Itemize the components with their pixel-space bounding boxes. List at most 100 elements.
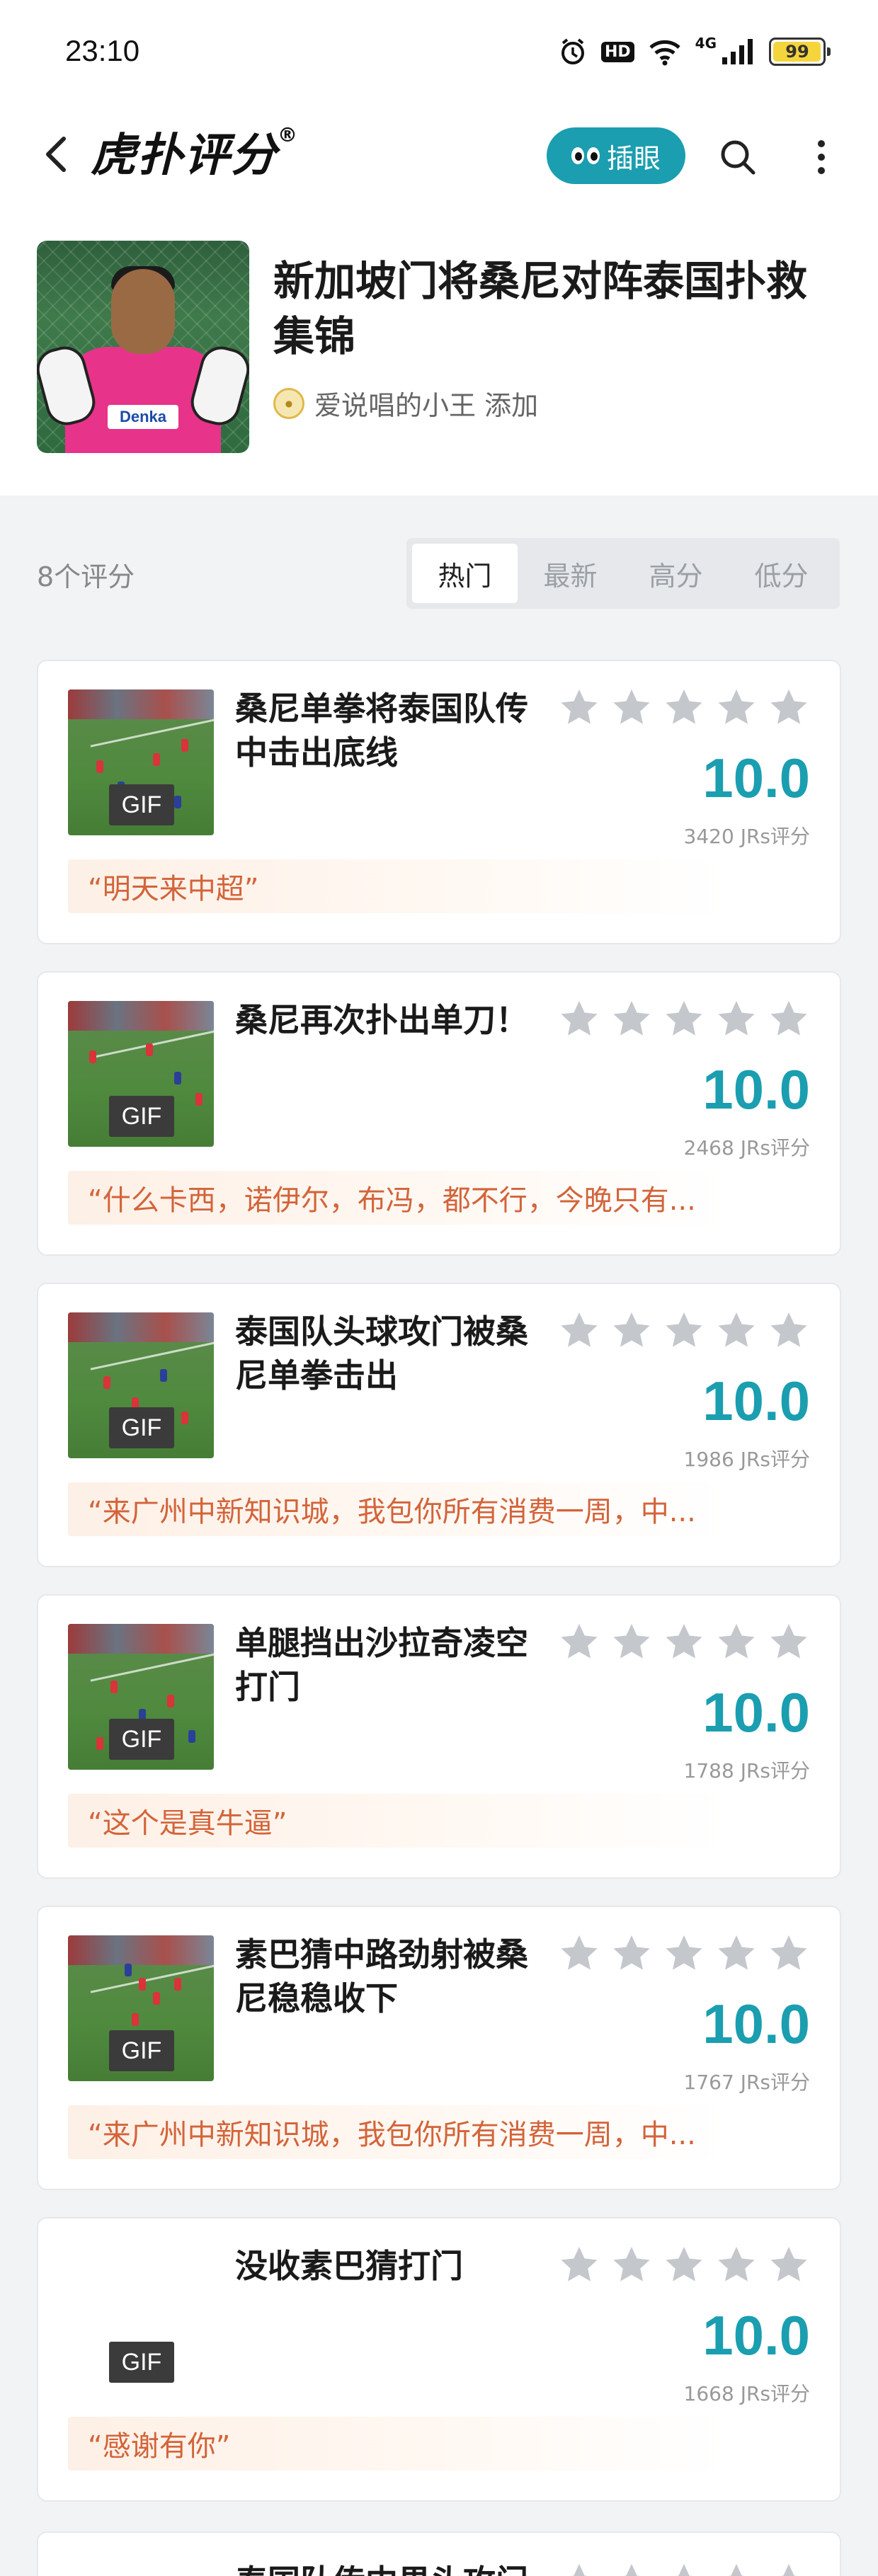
gif-badge: GIF (109, 784, 174, 825)
sponsor-logo: Denka (108, 405, 178, 429)
status-bar: 23:10 HD 4G 99 (0, 0, 878, 106)
star-icon[interactable] (610, 1310, 653, 1352)
star-icon[interactable] (610, 998, 653, 1041)
star-icon[interactable] (610, 1933, 653, 1975)
cover-image[interactable]: Denka (37, 241, 249, 453)
tab-hot[interactable]: 热门 (412, 544, 518, 603)
star-rating[interactable] (558, 1621, 810, 1664)
signal-icon (721, 38, 755, 66)
star-icon[interactable] (610, 687, 653, 729)
star-icon[interactable] (768, 2244, 810, 2286)
star-icon[interactable] (558, 687, 600, 729)
star-icon[interactable] (663, 687, 705, 729)
insert-eye-button[interactable]: 插眼 (547, 127, 685, 184)
item-title[interactable]: 没收素巴猜打门 (235, 2244, 554, 2288)
item-title[interactable]: 素巴猜中路劲射被桑尼稳稳收下 (235, 1933, 554, 2020)
top-comment[interactable]: “什么卡西，诺伊尔，布冯，都不行，今晚只有... (68, 1171, 726, 1225)
search-icon (721, 140, 756, 175)
star-rating[interactable] (558, 998, 810, 1041)
star-icon[interactable] (558, 998, 600, 1041)
star-icon[interactable] (715, 1621, 758, 1664)
added-by[interactable]: ● 爱说唱的小王 添加 (273, 384, 538, 423)
list-item[interactable]: GIF 桑尼再次扑出单刀！ 10.0 2468 JRs评分 “什么卡西，诺伊尔，布冯，都… (37, 971, 841, 1256)
list-item[interactable]: GIF 素巴猜中路劲射被桑尼稳稳收下 10.0 1767 JRs评分 “来广州中新知识城… (37, 1906, 841, 2190)
item-title[interactable]: 单腿挡出沙拉奇凌空打门 (235, 1621, 554, 1709)
star-icon[interactable] (610, 2244, 653, 2286)
star-icon[interactable] (768, 1621, 810, 1664)
gif-badge: GIF (109, 1096, 174, 1137)
star-icon[interactable] (558, 1621, 600, 1664)
app-logo: 虎扑评分® (91, 119, 299, 184)
hd-icon: HD (600, 41, 634, 62)
gif-badge: GIF (109, 2342, 174, 2383)
item-score: 10.0 (702, 1993, 810, 2055)
status-time: 23:10 (65, 34, 140, 67)
star-rating[interactable] (558, 1310, 810, 1352)
tab-low-score[interactable]: 低分 (729, 544, 834, 603)
star-icon[interactable] (663, 1621, 705, 1664)
star-rating[interactable] (558, 1933, 810, 1975)
item-title: 泰国队传中果头攻门 (235, 2560, 554, 2576)
vote-count: 2468 JRs评分 (683, 1136, 810, 1160)
item-title[interactable]: 泰国队头球攻门被桑尼单拳击出 (235, 1310, 554, 1397)
star-icon[interactable] (558, 2561, 600, 2576)
item-score: 10.0 (702, 747, 810, 809)
alarm-icon (559, 38, 587, 66)
star-icon[interactable] (715, 687, 758, 729)
star-icon[interactable] (558, 1310, 600, 1352)
star-icon[interactable] (610, 2561, 653, 2576)
list-item[interactable]: 泰国队传中果头攻门 (37, 2531, 841, 2576)
star-rating[interactable] (558, 687, 810, 729)
star-icon[interactable] (768, 1310, 810, 1352)
added-by-text: 爱说唱的小王 添加 (314, 390, 539, 421)
star-icon[interactable] (610, 1621, 653, 1664)
star-rating[interactable] (558, 2561, 810, 2576)
star-icon[interactable] (715, 998, 758, 1041)
more-vertical-icon (818, 140, 825, 174)
list-item[interactable]: GIF 单腿挡出沙拉奇凌空打门 10.0 1788 JRs评分 “这个是真牛逼” (37, 1594, 841, 1879)
star-icon[interactable] (715, 1933, 758, 1975)
gif-badge: GIF (109, 1407, 174, 1448)
search-button[interactable] (715, 134, 760, 180)
star-icon[interactable] (663, 1310, 705, 1352)
star-icon[interactable] (715, 1310, 758, 1352)
star-icon[interactable] (663, 1933, 705, 1975)
list-item[interactable]: GIF 桑尼单拳将泰国队传中击出底线 10.0 3420 JRs评分 “明天来中超” (37, 660, 841, 944)
avatar: ● (273, 387, 304, 419)
top-comment[interactable]: “感谢有你” (68, 2417, 726, 2471)
top-comment[interactable]: “来广州中新知识城，我包你所有消费一周，中... (68, 2105, 726, 2159)
topic-header: Denka 新加坡门将桑尼对阵泰国扑救集锦 ● 爱说唱的小王 添加 (0, 234, 878, 460)
status-icons: HD 4G 99 (559, 34, 831, 69)
list-item[interactable]: GIF 泰国队头球攻门被桑尼单拳击出 10.0 1986 JRs评分 “来广州中新知识城… (37, 1283, 841, 1567)
tab-high-score[interactable]: 高分 (623, 544, 729, 603)
top-comment[interactable]: “来广州中新知识城，我包你所有消费一周，中... (68, 1482, 726, 1536)
wifi-icon (649, 38, 681, 66)
tab-latest[interactable]: 最新 (518, 544, 623, 603)
star-icon[interactable] (663, 2244, 705, 2286)
item-title[interactable]: 桑尼再次扑出单刀！ (235, 998, 554, 1042)
filter-bar: 8个评分 热门 最新 高分 低分 (0, 517, 878, 616)
star-icon[interactable] (768, 2561, 810, 2576)
star-icon[interactable] (768, 1933, 810, 1975)
star-rating[interactable] (558, 2244, 810, 2286)
star-icon[interactable] (715, 2244, 758, 2286)
item-score: 10.0 (702, 1058, 810, 1121)
top-comment[interactable]: “明天来中超” (68, 859, 726, 913)
item-score: 10.0 (702, 1370, 810, 1432)
gif-badge: GIF (109, 2030, 174, 2071)
sort-tabs: 热门 最新 高分 低分 (406, 538, 840, 609)
more-button[interactable] (800, 134, 843, 180)
battery-icon: 99 (769, 38, 831, 66)
item-title[interactable]: 桑尼单拳将泰国队传中击出底线 (235, 687, 554, 774)
star-icon[interactable] (715, 2561, 758, 2576)
vote-count: 1767 JRs评分 (683, 2071, 810, 2094)
top-comment[interactable]: “这个是真牛逼” (68, 1794, 726, 1848)
back-button[interactable] (35, 133, 78, 176)
list-item[interactable]: GIF 没收素巴猜打门 10.0 1668 JRs评分 “感谢有你” (37, 2217, 841, 2502)
star-icon[interactable] (663, 998, 705, 1041)
star-icon[interactable] (558, 2244, 600, 2286)
star-icon[interactable] (558, 1933, 600, 1975)
star-icon[interactable] (663, 2561, 705, 2576)
star-icon[interactable] (768, 998, 810, 1041)
star-icon[interactable] (768, 687, 810, 729)
